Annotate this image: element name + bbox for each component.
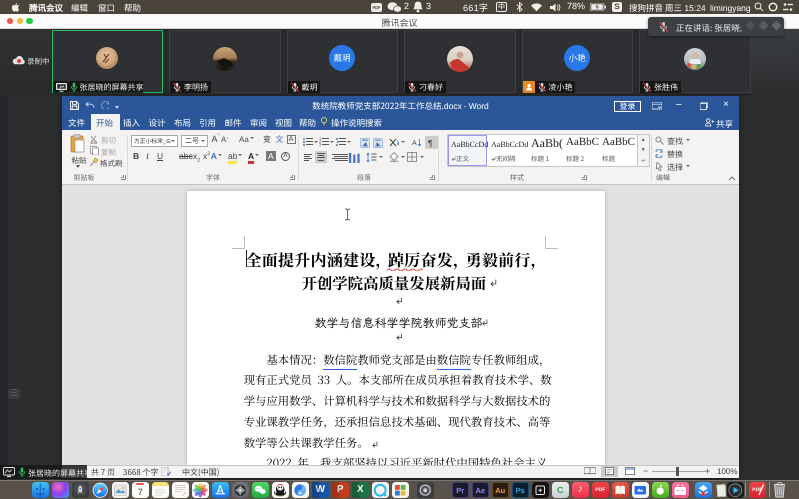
svg-text:A: A [412,140,417,147]
